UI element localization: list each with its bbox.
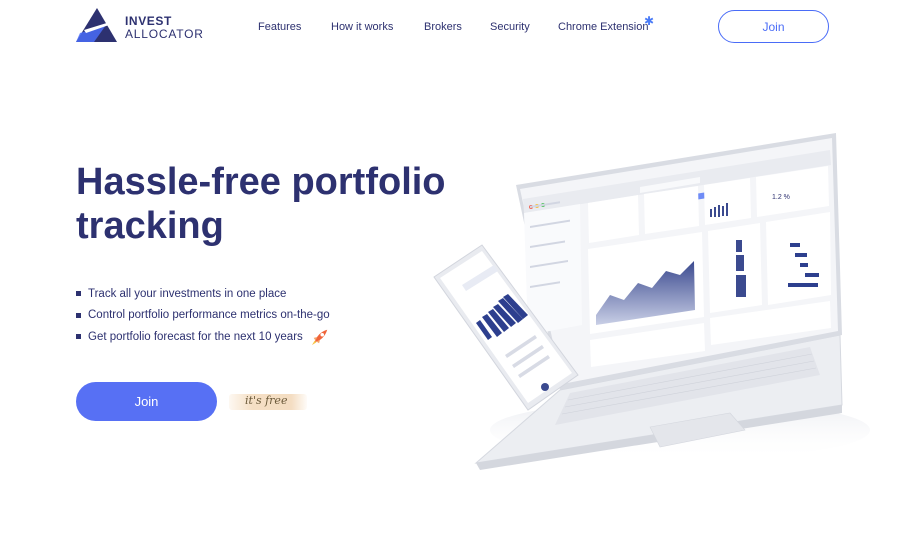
brand-logo[interactable]: INVEST ALLOCATOR [76,8,206,44]
svg-text:1.2 %: 1.2 % [772,194,790,201]
site-header: INVEST ALLOCATOR Features How it works B… [0,0,897,55]
sparkle-icon: ✱ [644,14,655,28]
nav-chrome-extension[interactable]: Chrome Extension [558,21,649,33]
laptop: 1.2 % [474,133,843,470]
nav-features[interactable]: Features [258,21,301,33]
header-join-button[interactable]: Join [718,10,829,43]
feature-text: Track all your investments in one place [88,287,287,300]
bullet-icon [76,334,81,340]
brand-name-line1: INVEST [125,14,172,28]
logo-mark-icon [76,8,117,42]
hero-title-line1: Hassle-free portfolio [76,161,446,203]
feature-text: Control portfolio performance metrics on… [88,309,330,322]
feature-item: Get portfolio forecast for the next 10 y… [76,326,330,348]
feature-item: Track all your investments in one place [76,283,330,305]
product-mockup-illustration: 1.2 % [433,133,870,470]
nav-security[interactable]: Security [490,21,530,33]
free-label: it's free [245,394,288,407]
feature-list: Track all your investments in one place … [76,283,330,348]
hero-join-button[interactable]: Join [76,382,217,421]
nav-brokers[interactable]: Brokers [424,21,462,33]
bullet-icon [76,312,81,318]
free-badge: it's free [229,392,309,412]
brand-name-line2: ALLOCATOR [125,27,204,41]
nav-how-it-works[interactable]: How it works [331,21,393,33]
rocket-icon [311,329,327,345]
hero-title-line2: tracking [76,205,224,247]
bullet-icon [76,291,81,297]
feature-text: Get portfolio forecast for the next 10 y… [88,330,303,343]
feature-item: Control portfolio performance metrics on… [76,305,330,327]
